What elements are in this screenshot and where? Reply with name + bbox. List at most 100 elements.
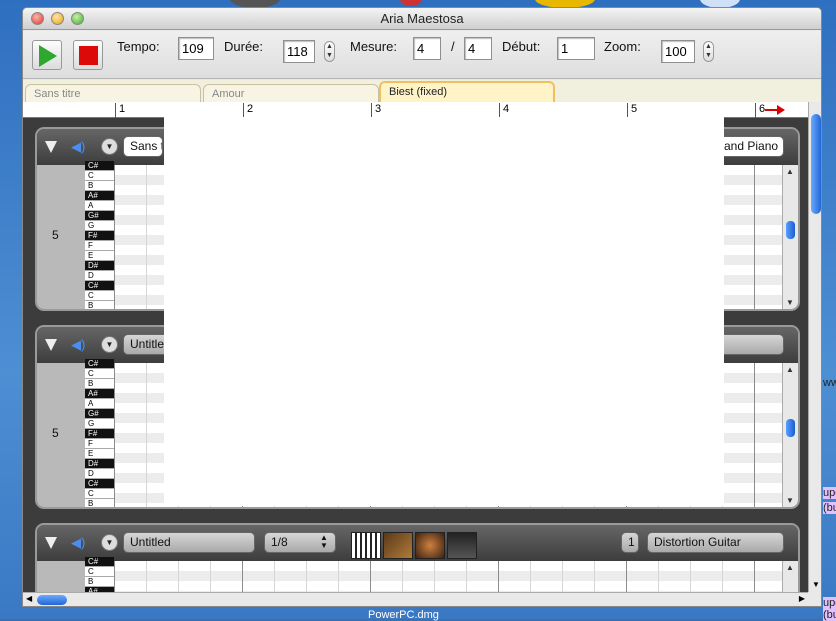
track-menu-button[interactable]: ▼ (101, 138, 118, 155)
piano-key[interactable]: A# (85, 389, 114, 399)
instrument-button[interactable]: Distortion Guitar (647, 532, 784, 553)
desktop-icon[interactable] (400, 0, 422, 6)
piano-key[interactable]: G# (85, 409, 114, 419)
mesure-numerator-field[interactable]: 4 (413, 37, 441, 60)
channel-button[interactable]: 1 (621, 532, 639, 553)
piano-key[interactable]: G# (85, 211, 114, 221)
window-horizontal-scrollbar[interactable]: ◀ ▶ (23, 592, 808, 606)
tempo-field[interactable]: 109 (178, 37, 214, 60)
piano-key[interactable]: F (85, 439, 114, 449)
piano-key[interactable]: C# (85, 359, 114, 369)
piano-key[interactable]: B (85, 499, 114, 507)
measure-number: 4 (499, 103, 509, 118)
piano-key[interactable]: C (85, 369, 114, 379)
speaker-icon[interactable]: ◀) (71, 139, 85, 155)
end-marker-icon[interactable] (765, 105, 785, 115)
scroll-thumb[interactable] (786, 221, 795, 239)
collapse-track-icon[interactable] (45, 537, 57, 549)
zoom-field[interactable]: 100 (661, 40, 695, 63)
scroll-left-arrow[interactable]: ◀ (26, 594, 32, 603)
track-scrollbar[interactable]: ▲ ▼ (782, 165, 798, 309)
piano-key[interactable]: B (85, 181, 114, 191)
measure-number: 2 (243, 103, 253, 118)
tab-biest-fixed[interactable]: Biest (fixed) (379, 81, 555, 102)
play-button[interactable] (32, 40, 62, 70)
drum-editor-icon[interactable] (415, 532, 445, 559)
piano-key[interactable]: C (85, 567, 114, 577)
piano-key[interactable]: A# (85, 191, 114, 201)
piano-key[interactable]: B (85, 379, 114, 389)
piano-key[interactable]: C# (85, 479, 114, 489)
zoom-stepper[interactable]: ▲ ▼ (703, 41, 714, 62)
collapse-track-icon[interactable] (45, 339, 57, 351)
score-editor-icon[interactable] (447, 532, 477, 559)
mesure-label: Mesure: (350, 39, 397, 54)
mesure-denominator-field[interactable]: 4 (464, 37, 492, 60)
speaker-icon[interactable]: ◀) (71, 535, 85, 551)
blank-overlay-panel (164, 117, 724, 506)
duree-field[interactable]: 118 (283, 40, 315, 63)
piano-key[interactable]: C# (85, 281, 114, 291)
track-name-field[interactable]: Sans t (123, 136, 163, 157)
piano-key[interactable]: D (85, 469, 114, 479)
speaker-icon[interactable]: ◀) (71, 337, 85, 353)
piano-key[interactable]: C# (85, 161, 114, 171)
scroll-thumb[interactable] (37, 595, 67, 605)
window-vertical-scrollbar[interactable]: ▼ (808, 102, 821, 592)
piano-key[interactable]: B (85, 577, 114, 587)
piano-keyboard[interactable]: 5 C# C B A# A G# G F# F E D# D C# C B (37, 161, 114, 309)
toolbar: Tempo: 109 Durée: 118 ▲ ▼ Mesure: 4 / 4 D… (23, 31, 821, 79)
duree-stepper[interactable]: ▲ ▼ (324, 41, 335, 62)
track-menu-button[interactable]: ▼ (101, 336, 118, 353)
piano-key[interactable]: B (85, 301, 114, 309)
piano-editor-icon[interactable] (351, 532, 381, 559)
piano-key[interactable]: F# (85, 231, 114, 241)
piano-key[interactable]: C (85, 171, 114, 181)
piano-keyboard[interactable]: 5 C# C B A# A G# G F# F E D# D C# C B (37, 359, 114, 507)
piano-key[interactable]: D (85, 271, 114, 281)
piano-key[interactable]: D# (85, 261, 114, 271)
sequence-tabs: Sans titre Amour Biest (fixed) (23, 80, 821, 103)
desktop-text: upe (823, 487, 836, 499)
keys-column: C# C B A# A G# G F# F E D# D C# C B (85, 359, 114, 507)
debut-field[interactable]: 1 (557, 37, 595, 60)
piano-key[interactable]: G (85, 419, 114, 429)
tab-amour[interactable]: Amour (203, 84, 379, 103)
collapse-track-icon[interactable] (45, 141, 57, 153)
piano-key[interactable]: A (85, 201, 114, 211)
instrument-button[interactable] (717, 334, 784, 355)
desktop-text: upe (823, 597, 836, 609)
close-button[interactable] (31, 12, 44, 25)
piano-key[interactable]: E (85, 449, 114, 459)
instrument-button[interactable]: and Piano (717, 136, 784, 157)
desktop-file-label[interactable]: PowerPC.dmg (368, 609, 439, 621)
scroll-down-arrow[interactable]: ▼ (812, 580, 820, 589)
tab-sans-titre[interactable]: Sans titre (25, 84, 201, 103)
piano-key[interactable]: F (85, 241, 114, 251)
scroll-thumb[interactable] (786, 419, 795, 437)
piano-key[interactable]: C (85, 489, 114, 499)
track-scrollbar[interactable]: ▲ ▼ (782, 363, 798, 507)
scroll-right-arrow[interactable]: ▶ (799, 594, 805, 603)
stop-icon (79, 46, 98, 65)
piano-key[interactable]: C (85, 291, 114, 301)
debut-label: Début: (502, 39, 541, 54)
scroll-thumb[interactable] (811, 114, 821, 214)
piano-key[interactable]: D# (85, 459, 114, 469)
track-name-field[interactable]: Untitled (123, 532, 255, 553)
piano-key[interactable]: F# (85, 429, 114, 439)
octave-number: 5 (52, 228, 59, 242)
minimize-button[interactable] (51, 12, 64, 25)
duree-label: Durée: (224, 39, 264, 54)
piano-key[interactable]: A (85, 399, 114, 409)
piano-key[interactable]: C# (85, 557, 114, 567)
piano-key[interactable]: G (85, 221, 114, 231)
piano-key[interactable]: E (85, 251, 114, 261)
stop-button[interactable] (73, 40, 103, 70)
guitar-editor-icon[interactable] (383, 532, 413, 559)
title-bar[interactable]: Aria Maestosa (23, 8, 821, 30)
measure-ruler[interactable]: 1 2 3 4 5 6 (23, 102, 808, 118)
zoom-button[interactable] (71, 12, 84, 25)
zoom-label: Zoom: (604, 39, 641, 54)
track-menu-button[interactable]: ▼ (101, 534, 118, 551)
